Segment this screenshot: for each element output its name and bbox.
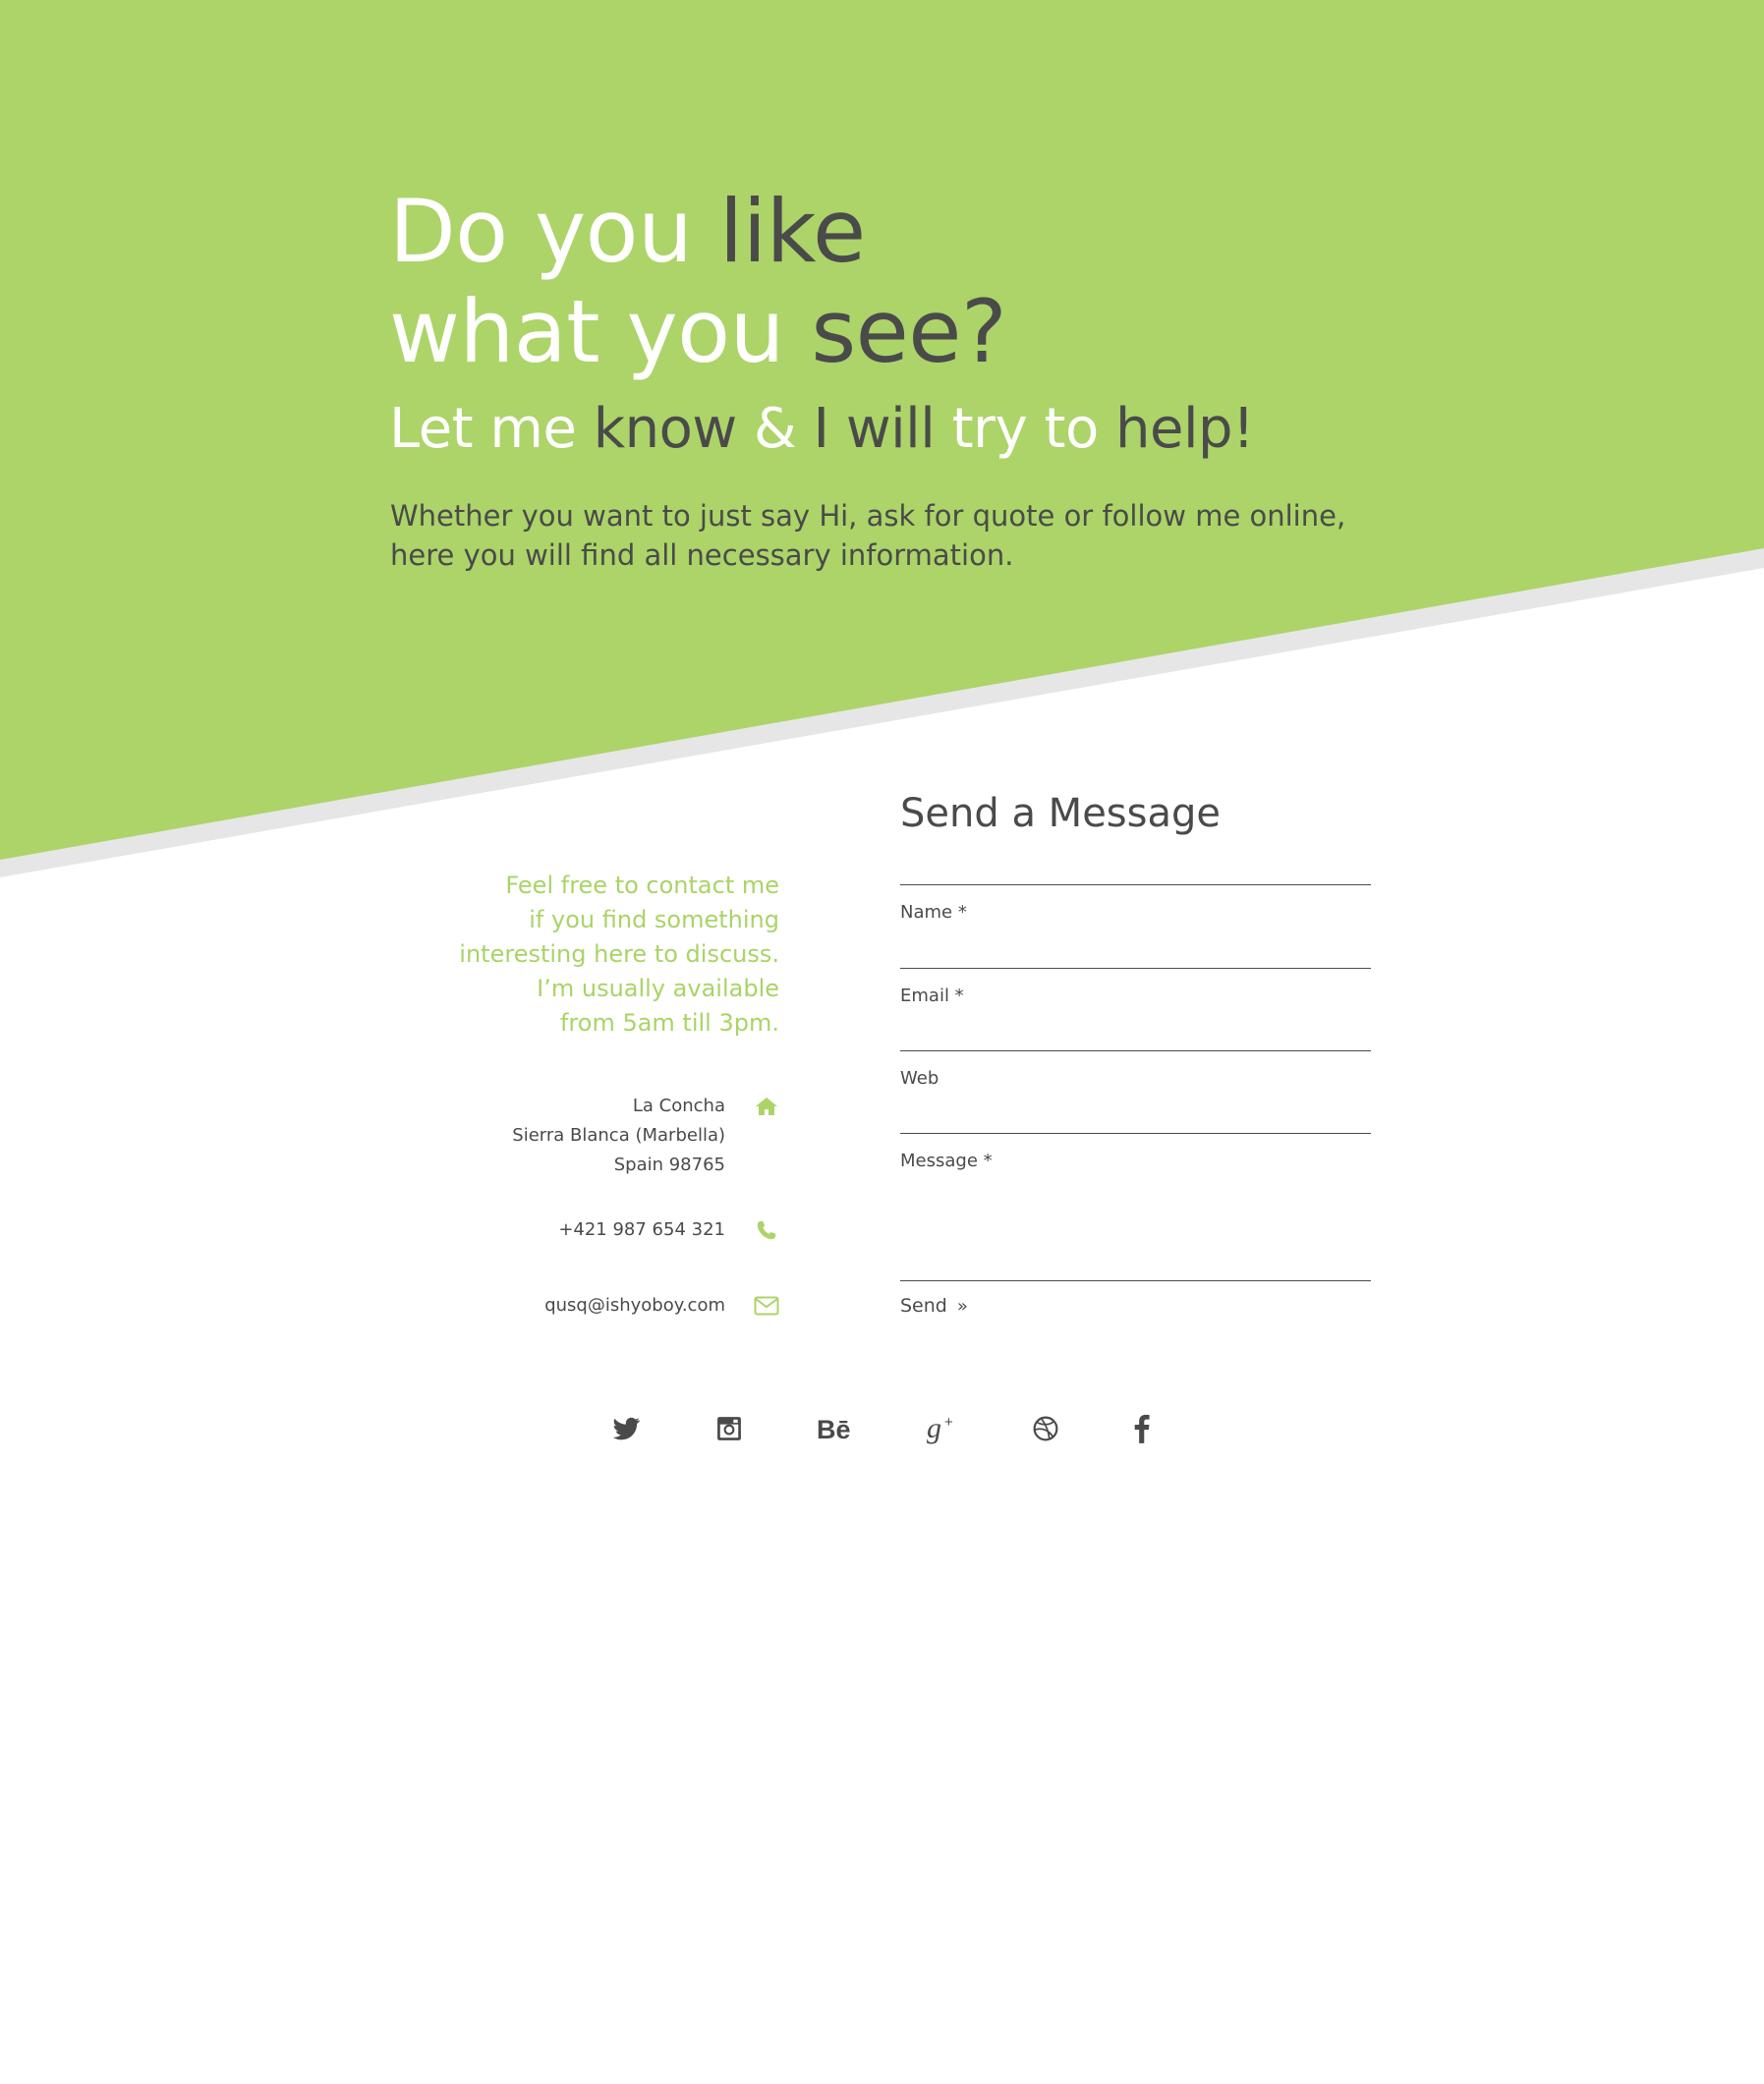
hero-subtitle-part: try to — [935, 397, 1116, 461]
hero-subtitle-part: know — [593, 397, 737, 461]
hero-title-line2-dark: see? — [811, 281, 1007, 382]
contact-intro-line: interesting here to discuss. — [459, 940, 779, 968]
hero-description-line: Whether you want to just say Hi, ask for… — [390, 499, 1346, 533]
hero-subtitle-part: Let me — [389, 397, 594, 461]
hero-description-line: here you will find all necessary informa… — [390, 538, 1014, 572]
contact-address: La Concha Sierra Blanca (Marbella) Spain… — [512, 1092, 780, 1180]
behance-icon[interactable]: Bē — [812, 1407, 857, 1450]
name-input[interactable] — [900, 925, 1371, 958]
phone-icon — [753, 1216, 780, 1244]
web-field: Web — [900, 1050, 1371, 1134]
hero-subtitle: Let me know & I will try to help! — [389, 395, 1255, 464]
name-label: Name * — [900, 902, 967, 923]
dribbble-icon[interactable] — [1028, 1407, 1063, 1450]
address-line: Sierra Blanca (Marbella) — [512, 1125, 725, 1146]
home-icon — [753, 1093, 780, 1120]
name-field: Name * — [900, 884, 1371, 968]
message-label: Message * — [900, 1151, 993, 1171]
email-field: Email * — [900, 968, 1371, 1051]
svg-text:Bē: Bē — [817, 1416, 851, 1441]
svg-text:g: g — [927, 1412, 941, 1444]
hero-title-line1-dark: like — [718, 181, 866, 282]
form-title: Send a Message — [900, 791, 1221, 836]
address-line: Spain 98765 — [613, 1155, 725, 1175]
web-input[interactable] — [900, 1091, 1371, 1124]
contact-intro: Feel free to contact me if you find some… — [327, 869, 779, 1041]
email-input[interactable] — [900, 1008, 1371, 1042]
send-button[interactable]: Send » — [900, 1295, 968, 1317]
send-label: Send — [900, 1295, 947, 1317]
email-link[interactable]: qusq@ishyoboy.com — [544, 1291, 725, 1321]
contact-intro-line: if you find something — [529, 906, 779, 933]
form-bottom-rule — [900, 1280, 1371, 1281]
twitter-icon[interactable] — [609, 1407, 645, 1450]
phone-text: +421 987 654 321 — [558, 1219, 725, 1240]
google-plus-icon[interactable]: g + — [924, 1407, 959, 1450]
contact-email: qusq@ishyoboy.com — [544, 1291, 780, 1321]
message-input[interactable] — [900, 1173, 1371, 1271]
message-field: Message * — [900, 1133, 1371, 1281]
social-links: Bē g + — [0, 1407, 1764, 1450]
hero-description: Whether you want to just say Hi, ask for… — [390, 496, 1353, 575]
contact-phone: +421 987 654 321 — [558, 1215, 780, 1245]
envelope-icon — [753, 1292, 780, 1320]
instagram-icon[interactable] — [711, 1407, 747, 1450]
address-line: La Concha — [632, 1096, 725, 1116]
address-text: La Concha Sierra Blanca (Marbella) Spain… — [512, 1092, 725, 1180]
double-chevron-right-icon: » — [956, 1295, 968, 1317]
contact-intro-line: Feel free to contact me — [505, 872, 779, 899]
hero-subtitle-part: I will — [813, 397, 936, 461]
svg-text:+: + — [944, 1414, 953, 1431]
contact-intro-line: I’m usually available — [537, 975, 779, 1002]
hero-subtitle-part: & — [736, 397, 814, 461]
hero-title: Do you like what you see? — [389, 181, 1007, 382]
hero-subtitle-part: help! — [1115, 397, 1255, 461]
hero-title-line2-light: what you — [389, 281, 812, 382]
web-label: Web — [900, 1068, 939, 1089]
email-label: Email * — [900, 986, 964, 1006]
contact-intro-line: from 5am till 3pm. — [559, 1009, 779, 1037]
hero-title-line1-light: Do you — [389, 181, 719, 282]
facebook-icon[interactable] — [1127, 1407, 1157, 1450]
